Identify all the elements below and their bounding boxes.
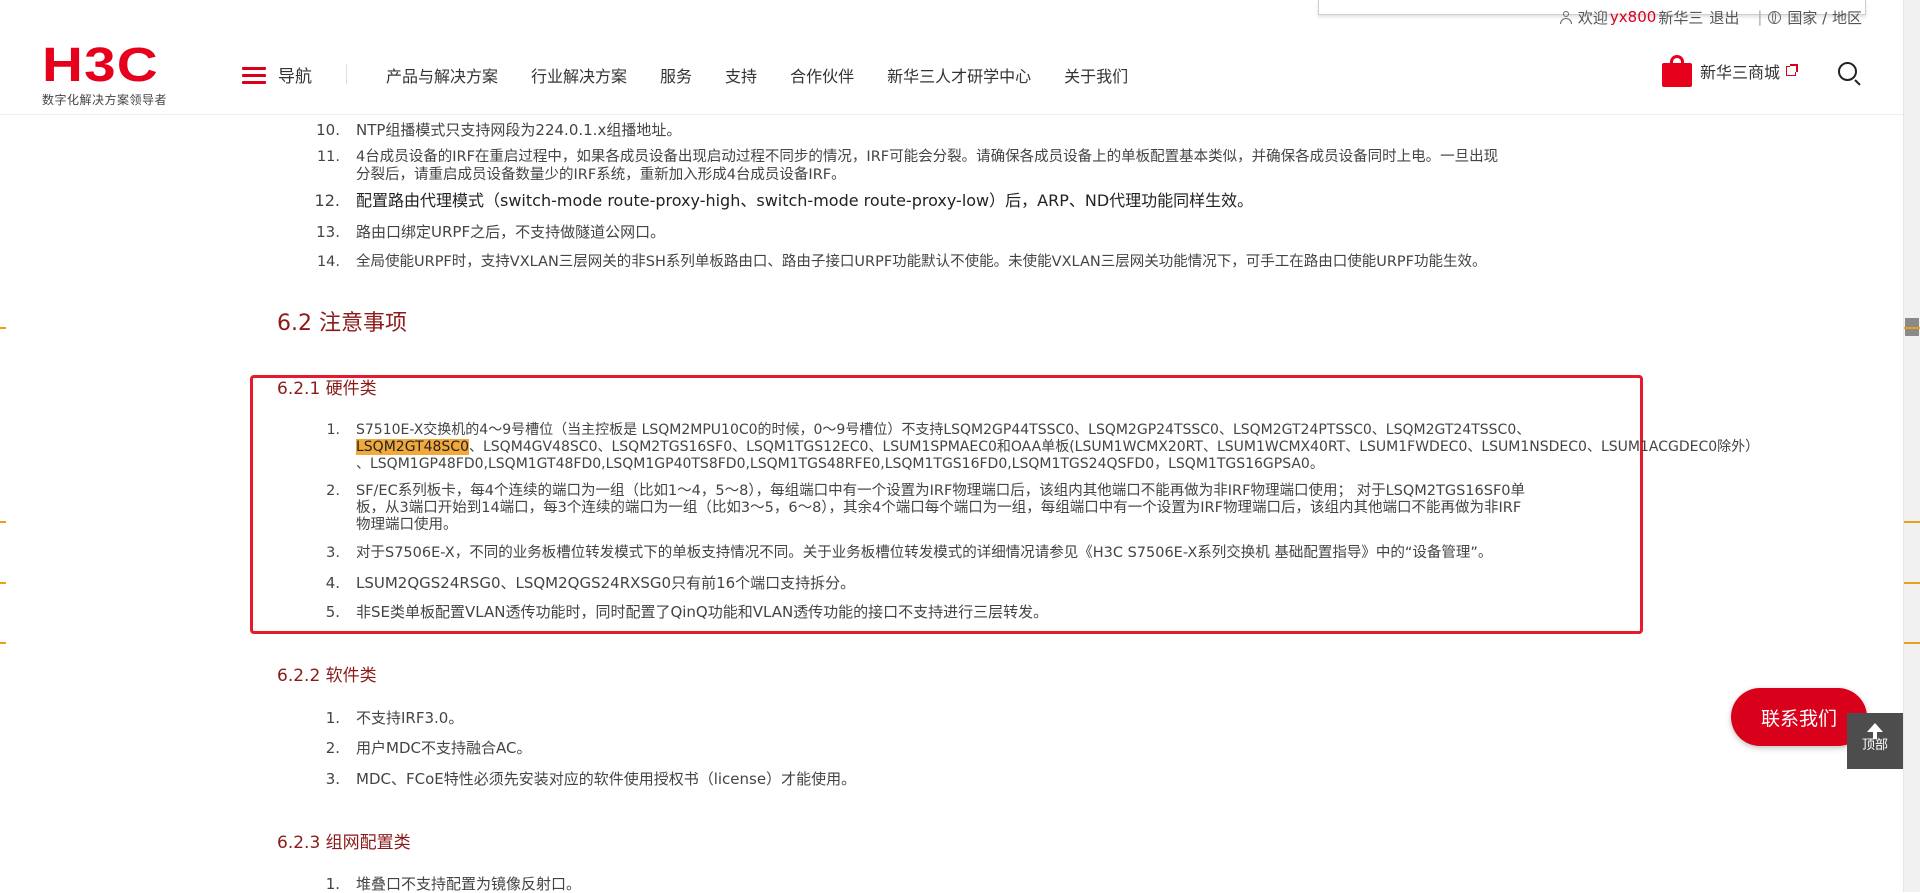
software-item: 1. 不支持IRF3.0。 [325,709,464,727]
software-item: 3. MDC、FCoE特性必须先安装对应的软件使用授权书（license）才能使用… [325,770,857,788]
edge-marker [0,642,6,644]
hardware-item-1: 1. S7510E-X交换机的4～9号槽位（当主控板是 LSQM2MPU10C0… [326,422,1760,472]
scroll-marker [1904,642,1920,644]
document-content: 10. NTP组播模式只支持网段为224.0.1.x组播地址。 11. 4台成员设… [0,0,1904,893]
scroll-marker [1904,327,1920,329]
subsection-software-heading: 6.2.2 软件类 [277,666,377,686]
scroll-marker [1904,521,1920,523]
list-item: 10. NTP组播模式只支持网段为224.0.1.x组播地址。 [316,121,682,139]
network-item: 1. 堆叠口不支持配置为镜像反射口。 [325,875,582,893]
scroll-marker [1904,582,1920,584]
subsection-network-heading: 6.2.3 组网配置类 [277,833,411,853]
arrow-up-icon [1867,723,1883,739]
back-to-top-button[interactable]: 顶部 [1847,713,1903,769]
vertical-scrollbar[interactable] [1903,0,1920,892]
list-item: 14. 全局使能URPF时，支持VXLAN三层网关的非SH系列单板路由口、路由子接… [316,254,1487,270]
hardware-item-3: 3. 对于S7506E-X，不同的业务板槽位转发模式下的单板支持情况不同。关于业务… [326,545,1493,561]
list-item: 12. 配置路由代理模式（switch-mode route-proxy-high… [314,191,1254,210]
hardware-item-2: 2. SF/EC系列板卡，每4个连续的端口为一组（比如1～4，5～8），每组端口… [326,483,1526,533]
hardware-item-4: 4. LSUM2QGS24RSG0、LSQM2QGS24RXSG0只有前16个端口… [325,574,856,592]
subsection-hardware-heading: 6.2.1 硬件类 [277,379,377,399]
edge-marker [0,327,6,329]
edge-marker [0,582,6,584]
search-highlight: LSQM2GT48SC0 [356,439,469,455]
software-item: 2. 用户MDC不支持融合AC。 [325,739,532,757]
hardware-item-5: 5. 非SE类单板配置VLAN透传功能时，同时配置了QinQ功能和VLAN透传功能… [325,603,1049,621]
list-item: 11. 4台成员设备的IRF在重启过程中，如果各成员设备出现启动过程不同步的情况… [316,149,1499,183]
edge-marker [0,521,6,523]
list-item: 13. 路由口绑定URPF之后，不支持做隧道公网口。 [316,223,666,241]
section-heading-6-2: 6.2 注意事项 [277,311,407,336]
